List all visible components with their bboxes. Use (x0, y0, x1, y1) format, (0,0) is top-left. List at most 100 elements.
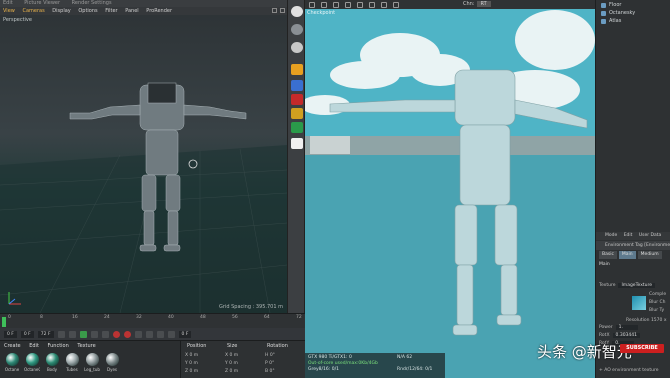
prev-key-icon[interactable] (68, 330, 76, 338)
coord-size-z[interactable]: Z 0 m (225, 369, 238, 374)
render-image (305, 0, 595, 378)
rotx-label: RotX (599, 333, 610, 338)
mat-menu-texture[interactable]: Texture (77, 343, 95, 349)
timeline-tick: 24 (104, 315, 110, 320)
playback-controls: 0 F 0 F 72 F 0 F (0, 328, 305, 340)
coord-rot-h[interactable]: H 0° (265, 353, 275, 358)
render-start-icon[interactable] (309, 1, 315, 8)
viewport-menu-options[interactable]: Options (78, 8, 97, 14)
goto-start-icon[interactable] (57, 330, 65, 338)
viewport-menu-view[interactable]: View (3, 8, 15, 14)
tab-main[interactable]: Main (618, 251, 636, 259)
render-restart-icon[interactable] (321, 1, 327, 8)
coord-rot-b[interactable]: B 0° (265, 369, 275, 374)
coord-rot-p[interactable]: P 0° (265, 361, 274, 366)
object-floor[interactable]: Floor (601, 2, 621, 8)
render-stop-icon[interactable] (345, 1, 351, 8)
texture-field[interactable]: ImageTexture (618, 283, 656, 288)
record-icon[interactable] (112, 330, 120, 338)
rotation-key-icon[interactable] (156, 330, 164, 338)
sky-tool-icon[interactable] (291, 42, 303, 53)
viewport-menu-display[interactable]: Display (52, 8, 70, 14)
mat-menu-function[interactable]: Function (48, 343, 69, 349)
viewport-scene (0, 82, 287, 313)
zoom-view-icon[interactable] (280, 8, 285, 13)
keyframe-sel-icon[interactable] (134, 330, 142, 338)
coord-pos-x[interactable]: X 0 m (185, 353, 198, 358)
sky-object-icon (601, 10, 606, 16)
sphere-tool-icon[interactable] (291, 6, 303, 17)
attr-menu-userdata[interactable]: User Data (639, 233, 661, 238)
render-lock-icon[interactable] (393, 1, 399, 8)
play-icon[interactable] (79, 330, 87, 338)
mat-menu-edit[interactable]: Edit (29, 343, 39, 349)
timeline-tick: 64 (264, 315, 270, 320)
channel-selector[interactable]: Chn: RT (463, 1, 491, 7)
camera-tool-icon[interactable] (291, 80, 303, 91)
timeline-ruler[interactable]: 0 8 16 24 32 40 48 56 64 72 (0, 313, 305, 329)
scene-tool-icon[interactable] (291, 122, 303, 133)
mat-menu-create[interactable]: Create (4, 343, 21, 349)
render-region-icon[interactable] (381, 1, 387, 8)
texture-option-1: Comple (649, 292, 667, 297)
frame-start-field[interactable]: 0 F (4, 330, 17, 338)
next-key-icon[interactable] (90, 330, 98, 338)
tab-basic[interactable]: Basic (599, 251, 617, 259)
rotx-field[interactable]: 0.303441 (612, 333, 641, 338)
goto-end-icon[interactable] (101, 330, 109, 338)
frame-current-field[interactable]: 0 F (20, 330, 34, 338)
position-key-icon[interactable] (145, 330, 153, 338)
deformer-tool-icon[interactable] (291, 94, 303, 105)
timeline-tick: 32 (136, 315, 142, 320)
viewport-menu-cameras[interactable]: Cameras (22, 8, 44, 14)
coord-size-x[interactable]: X 0 m (225, 353, 238, 358)
frame-display-field[interactable]: 0 F (178, 330, 192, 338)
render-pause-icon[interactable] (333, 1, 339, 8)
material-item[interactable]: Dyes (104, 353, 120, 375)
subscribe-button[interactable]: SUBSCRIBE (620, 344, 664, 353)
timeline-tick: 8 (40, 315, 43, 320)
texture-label: Texture (599, 283, 616, 288)
move-view-icon[interactable] (272, 8, 277, 13)
material-item[interactable]: OctaneG (24, 353, 40, 375)
menu-render-settings[interactable]: Render Settings (72, 0, 112, 6)
frame-end-field[interactable]: 72 F (37, 330, 54, 338)
coord-size-y[interactable]: Y 0 m (225, 361, 238, 366)
material-preview-icon (5, 353, 19, 366)
coord-pos-y[interactable]: Y 0 m (185, 361, 198, 366)
texture-preview[interactable] (632, 296, 646, 310)
generator-tool-icon[interactable] (291, 108, 303, 119)
octane-live-viewer[interactable]: Chn: RT Checkpoint GTX 980 Ti/GTX1: 0 Out… (305, 0, 595, 378)
material-item[interactable]: Octane (4, 353, 20, 375)
light-tool-icon[interactable] (291, 64, 303, 75)
render-settings-icon[interactable] (357, 1, 363, 8)
material-item[interactable]: Body (44, 353, 60, 375)
tab-medium[interactable]: Medium (637, 251, 662, 259)
coord-header-position: Position (187, 343, 207, 349)
viewport-menu-filter[interactable]: Filter (105, 8, 117, 14)
viewport-menu-prorender[interactable]: ProRender (146, 8, 172, 14)
menu-picture-viewer[interactable]: Picture Viewer (24, 0, 60, 6)
attr-menu-edit[interactable]: Edit (624, 233, 633, 238)
perspective-viewport[interactable]: Perspective Grid Spacing : 395.701 m (0, 15, 287, 313)
menu-edit[interactable]: Edit (3, 0, 13, 6)
material-item[interactable]: Leg_tub (84, 353, 100, 375)
floor-tool-icon[interactable] (291, 138, 303, 149)
object-atlas[interactable]: Atlas (601, 18, 621, 24)
power-row: Power 1. (599, 325, 638, 330)
timeline-tick: 40 (168, 315, 174, 320)
object-octanesky[interactable]: Octanesky (601, 10, 635, 16)
power-field[interactable]: 1. (615, 325, 638, 330)
coord-pos-z[interactable]: Z 0 m (185, 369, 198, 374)
viewport-menu-panel[interactable]: Panel (125, 8, 139, 14)
render-status-title: Checkpoint (307, 10, 336, 16)
channel-value[interactable]: RT (476, 1, 491, 7)
attr-menu-mode[interactable]: Mode (605, 233, 617, 238)
material-label: Dyes (107, 367, 117, 372)
material-label: Leg_tub (84, 367, 100, 372)
material-item[interactable]: Tubes (64, 353, 80, 375)
scale-key-icon[interactable] (167, 330, 175, 338)
cube-tool-icon[interactable] (291, 24, 303, 35)
render-save-icon[interactable] (369, 1, 375, 8)
autokey-icon[interactable] (123, 330, 131, 338)
